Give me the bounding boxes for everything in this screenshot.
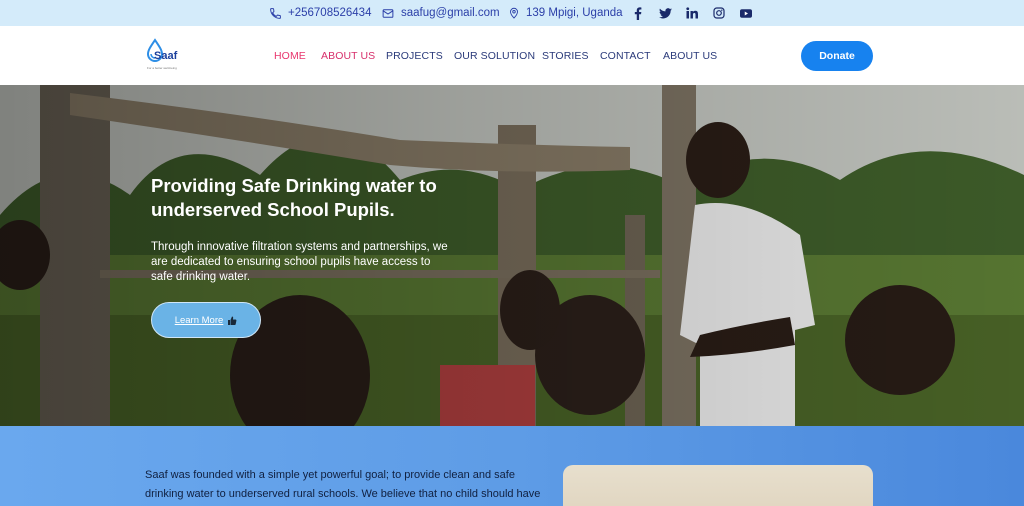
donate-button[interactable]: Donate (801, 41, 873, 71)
site-header: Saaf For a better well-being HOME ABOUT … (0, 26, 1024, 85)
phone-icon (270, 7, 281, 19)
contact-bar: +256708526434 saafug@gmail.com 139 Mpigi… (0, 0, 1024, 26)
email-address: saafug@gmail.com (401, 7, 500, 19)
logo-text: Saaf (154, 50, 178, 62)
learn-more-label: Learn More (174, 314, 224, 326)
hero-description: Through innovative filtration systems an… (151, 241, 448, 283)
email-icon (382, 8, 394, 18)
location-contact[interactable]: 139 Mpigi, Uganda (508, 0, 623, 26)
location-text: 139 Mpigi, Uganda (526, 7, 623, 19)
phone-contact[interactable]: +256708526434 (269, 0, 371, 26)
nav-our-solution[interactable]: OUR SOLUTION (454, 26, 535, 85)
hero-title: Providing Safe Drinking water to underse… (151, 175, 437, 220)
nav-projects[interactable]: PROJECTS (386, 26, 443, 85)
nav-stories[interactable]: STORIES (542, 26, 589, 85)
logo-tagline: For a better well-being (147, 66, 177, 70)
nav-about-us[interactable]: ABOUT US (321, 26, 375, 85)
facebook-icon[interactable] (630, 0, 646, 26)
instagram-icon[interactable] (711, 0, 727, 26)
location-pin-icon (510, 7, 518, 19)
youtube-icon[interactable] (738, 0, 754, 26)
phone-number: +256708526434 (288, 7, 372, 19)
nav-about-us-2[interactable]: ABOUT US (663, 26, 717, 85)
about-section: Saaf was founded with a simple yet power… (0, 426, 1024, 506)
hand-pointer-icon (228, 316, 237, 325)
learn-more-button[interactable]: Learn More (151, 302, 261, 338)
twitter-icon[interactable] (657, 0, 673, 26)
linkedin-icon[interactable] (684, 0, 700, 26)
about-text: Saaf was founded with a simple yet power… (145, 469, 541, 500)
email-contact[interactable]: saafug@gmail.com (381, 0, 500, 26)
hero-section: Providing Safe Drinking water to underse… (0, 85, 1024, 426)
about-image (563, 465, 873, 506)
nav-home[interactable]: HOME (274, 26, 306, 85)
nav-contact[interactable]: CONTACT (600, 26, 651, 85)
